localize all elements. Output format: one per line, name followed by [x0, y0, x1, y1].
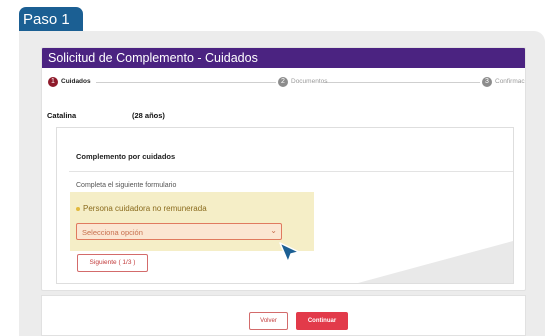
form-footer: Volver Continuar	[41, 295, 526, 336]
step-tab: Paso 1	[19, 7, 83, 33]
required-dot-icon	[76, 206, 80, 211]
section-divider	[69, 171, 513, 172]
progress-stepper: 1 Cuidados 2 Documentos 3 Confirmación	[42, 76, 525, 88]
highlighted-question: Persona cuidadora no remunerada Seleccio…	[70, 192, 314, 251]
stepper-line	[96, 82, 276, 83]
mouse-pointer-icon	[279, 242, 300, 263]
stepper-line	[324, 82, 480, 83]
decorative-shape	[358, 241, 513, 283]
continue-button[interactable]: Continuar	[296, 312, 348, 330]
select-placeholder: Selecciona opción	[82, 228, 143, 237]
tutorial-panel: Solicitud de Complemento - Cuidados 1 Cu…	[19, 31, 545, 336]
section-title: Complemento por cuidados	[76, 152, 176, 161]
option-select[interactable]: Selecciona opción ⌄	[76, 223, 282, 240]
question-label-text: Persona cuidadora no remunerada	[83, 204, 207, 213]
step-1-label: Cuidados	[61, 78, 91, 85]
section-subtitle: Completa el siguiente formulario	[76, 182, 177, 189]
person-name: Catalina	[47, 111, 77, 120]
step-1-number: 1	[48, 77, 58, 87]
person-age: (28 años)	[132, 111, 165, 120]
step-3-label: Confirmación	[495, 78, 525, 85]
chevron-down-icon: ⌄	[270, 226, 277, 235]
next-step-button[interactable]: Siguiente ( 1/3 )	[77, 254, 148, 272]
question-label: Persona cuidadora no remunerada	[76, 204, 207, 213]
step-2-number: 2	[278, 77, 288, 87]
form-title: Solicitud de Complemento - Cuidados	[42, 48, 525, 68]
step-2-label: Documentos	[291, 78, 328, 85]
step-3-number: 3	[482, 77, 492, 87]
back-button[interactable]: Volver	[249, 312, 288, 330]
